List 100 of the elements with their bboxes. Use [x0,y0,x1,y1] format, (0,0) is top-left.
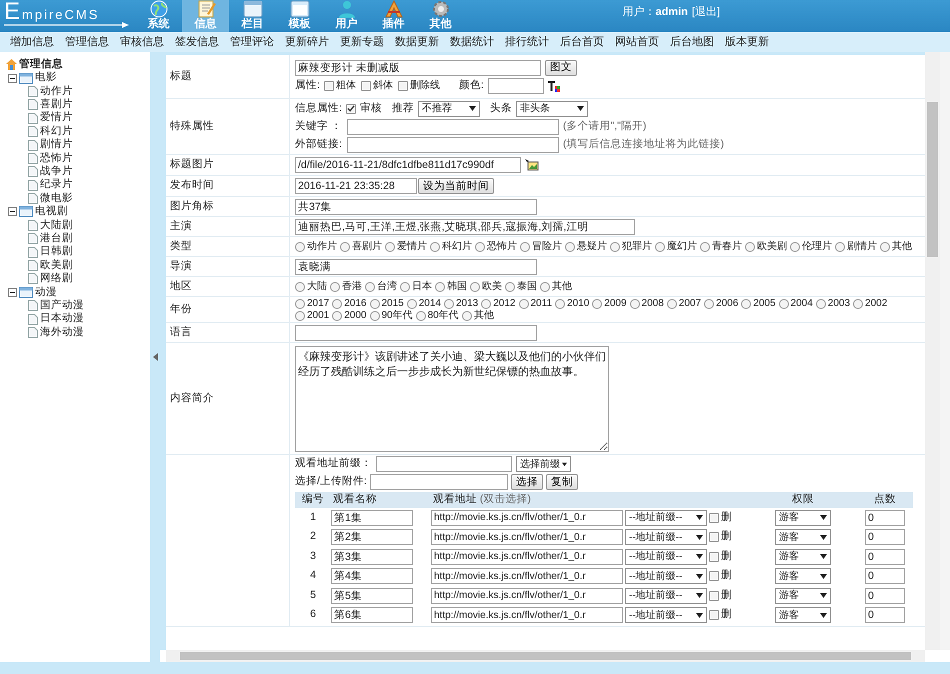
episode-url-field[interactable]: http://movie.ks.js.cn/flv/other/1_0.r [431,588,623,604]
radio-button[interactable] [518,298,528,308]
tree-folder[interactable]: 电影 [35,72,57,84]
horizontal-scrollbar[interactable] [166,650,925,662]
upload-action-button[interactable]: 选择 [510,474,543,490]
episode-name-field[interactable]: 第3集 [331,548,413,565]
address-prefix-select[interactable]: --地址前缀-- [625,568,707,584]
tree-item[interactable]: 微电影 [40,192,73,204]
nav-tab[interactable]: 其他 [417,0,464,32]
radio-button[interactable] [295,242,305,252]
tree-item[interactable]: 日韩剧 [40,246,73,258]
text-field[interactable]: 迪丽热巴,马可,王洋,王煜,张燕,艾晓琪,邵兵,寇振海,刘孺,江明 [295,218,635,234]
recommend-select[interactable]: 不推荐 [418,100,480,116]
nav-tab[interactable]: 插件 [370,0,417,32]
submenu-link[interactable]: 审核信息 [120,36,164,48]
radio-button[interactable] [340,242,350,252]
episode-name-field[interactable]: 第6集 [331,607,413,624]
checkbox[interactable] [709,610,719,620]
submenu-link[interactable]: 网站首页 [615,36,659,48]
radio-button[interactable] [481,298,492,308]
radio-button[interactable] [400,282,410,292]
radio-button[interactable] [295,310,305,320]
text-field[interactable]: 共37集 [295,198,537,214]
title-image-field[interactable]: /d/file/2016-11-21/8dfc1dfbe811d17c990df [295,157,521,173]
submenu-link[interactable]: 数据统计 [450,36,494,48]
tree-folder[interactable]: 电视剧 [35,206,68,218]
address-prefix-select[interactable]: --地址前缀-- [625,588,707,604]
permission-select[interactable]: 游客 [775,548,831,565]
submenu-link[interactable]: 管理信息 [65,36,109,48]
radio-button[interactable] [704,298,714,308]
color-picker-icon[interactable] [548,80,560,92]
episode-name-field[interactable]: 第1集 [331,510,413,526]
radio-button[interactable] [630,298,640,308]
permission-select[interactable]: 游客 [775,529,831,546]
radio-button[interactable] [295,282,305,292]
nav-tab[interactable]: 系统 [135,0,182,32]
color-field[interactable] [488,78,544,94]
nav-tab[interactable]: 栏目 [229,0,276,32]
submenu-link[interactable]: 版本更新 [725,36,769,48]
radio-button[interactable] [462,310,472,320]
tree-item[interactable]: 恐怖片 [40,152,73,164]
checkbox[interactable] [360,80,371,90]
radio-button[interactable] [880,242,890,252]
radio-button[interactable] [385,242,395,252]
submenu-link[interactable]: 后台地图 [670,36,714,48]
tree-item[interactable]: 喜剧片 [40,99,73,111]
text-field[interactable] [295,324,537,340]
address-prefix-field[interactable] [376,456,512,472]
radio-button[interactable] [416,310,426,320]
checkbox[interactable] [324,80,334,90]
collapse-icon[interactable] [8,74,17,83]
headline-select[interactable]: 非头条 [516,100,588,116]
episode-url-field[interactable]: http://movie.ks.js.cn/flv/other/1_0.r [431,568,623,584]
permission-select[interactable]: 游客 [775,588,831,604]
submenu-link[interactable]: 排行统计 [505,36,549,48]
tree-item[interactable]: 海外动漫 [40,326,84,338]
episode-name-field[interactable]: 第5集 [331,588,413,604]
radio-button[interactable] [295,298,305,308]
checkbox[interactable] [346,104,356,114]
set-current-time-button[interactable]: 设为当前时间 [418,178,494,194]
tree-item[interactable]: 爱情片 [40,112,73,124]
external-link-field[interactable] [347,136,559,152]
radio-button[interactable] [592,298,602,308]
title-field[interactable]: 麻辣变形计 未删减版 [295,60,541,76]
tree-item[interactable]: 港台剧 [40,233,73,245]
radio-button[interactable] [330,282,340,292]
tree-folder[interactable]: 动漫 [35,286,57,298]
address-prefix-select[interactable]: --地址前缀-- [625,607,707,624]
image-text-button[interactable]: 图文 [545,60,577,76]
permission-select[interactable]: 游客 [775,568,831,584]
tree-item[interactable]: 科幻片 [40,126,73,138]
radio-button[interactable] [430,242,440,252]
tree-item[interactable]: 欧美剧 [40,260,73,272]
permission-select[interactable]: 游客 [775,607,831,624]
checkbox[interactable] [709,552,719,562]
submenu-link[interactable]: 更新碎片 [285,36,329,48]
checkbox[interactable] [709,512,719,523]
radio-button[interactable] [370,298,380,308]
episode-url-field[interactable]: http://movie.ks.js.cn/flv/other/1_0.r [431,529,623,546]
radio-button[interactable] [741,298,752,308]
keyword-field[interactable] [347,118,559,134]
publish-time-field[interactable]: 2016-11-21 23:35:28 [295,178,417,194]
radio-button[interactable] [444,298,454,308]
submenu-link[interactable]: 签发信息 [175,36,219,48]
radio-button[interactable] [655,242,665,252]
tree-item[interactable]: 纪录片 [40,179,73,191]
radio-button[interactable] [610,242,620,252]
radio-button[interactable] [835,242,845,252]
radio-button[interactable] [406,298,417,308]
points-field[interactable]: 0 [865,588,905,604]
radio-button[interactable] [853,298,864,308]
radio-button[interactable] [555,298,566,308]
radio-button[interactable] [505,282,515,292]
radio-button[interactable] [700,242,710,252]
tree-item[interactable]: 日本动漫 [40,313,84,325]
points-field[interactable]: 0 [865,607,905,624]
tree-item[interactable]: 大陆剧 [40,220,73,232]
points-field[interactable]: 0 [865,548,905,565]
address-prefix-select[interactable]: --地址前缀-- [625,548,707,565]
radio-button[interactable] [778,298,789,308]
